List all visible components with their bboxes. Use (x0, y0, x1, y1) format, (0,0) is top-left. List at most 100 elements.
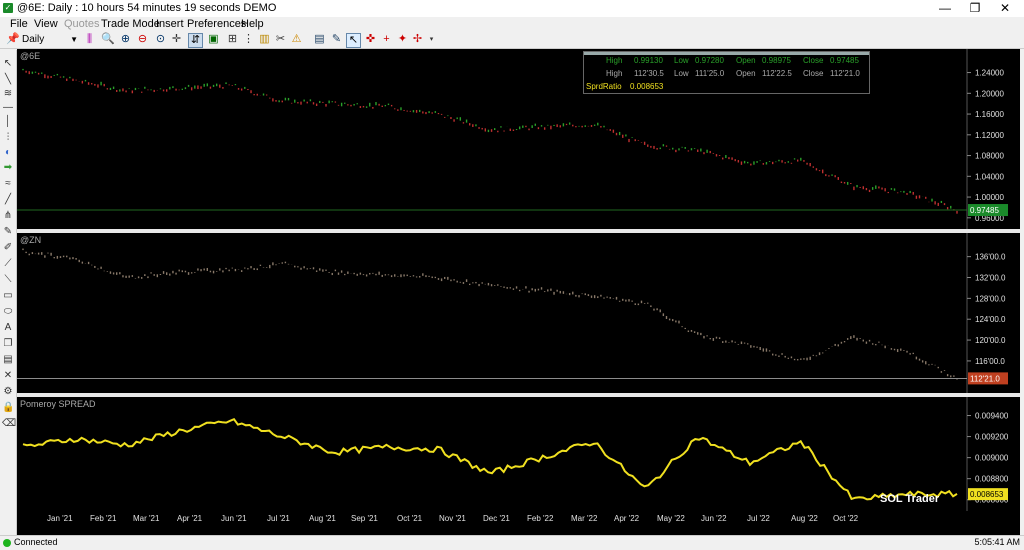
oval-tool-icon[interactable]: ⬭ (2, 306, 14, 318)
price-tick-label: 128'00.0 (975, 294, 1006, 303)
pin-icon[interactable]: 📌 (6, 33, 20, 46)
delete-tool-icon[interactable]: ✕ (2, 370, 14, 382)
open-label: Open (736, 56, 756, 65)
pointer-tool-icon[interactable]: ↖ (2, 58, 14, 70)
note-tool-icon[interactable]: ▤ (2, 354, 14, 366)
wave-tool-icon[interactable]: ≈ (2, 178, 14, 190)
crosshair-icon[interactable]: ✛ (170, 33, 183, 46)
ellipse-tool-icon[interactable]: ◐ (2, 147, 14, 159)
last-price-label: 112'21.0 (970, 374, 1000, 383)
x-axis-label: Feb '22 (527, 514, 554, 523)
x-axis-label: Oct '21 (397, 514, 423, 523)
settings-tool-icon[interactable]: ⚙ (2, 386, 14, 398)
pitchfork-tool-icon[interactable]: ⋔ (2, 210, 14, 222)
chart-area[interactable]: 1.24000 1.20000 1.16000 1.12000 1.08000 1.040… (17, 49, 1020, 511)
open-label: Open (736, 69, 756, 78)
x-axis-label: Feb '21 (90, 514, 117, 523)
arrow-tool-icon[interactable]: ➡ (2, 162, 14, 174)
pane-spread[interactable]: 0.009400 0.009200 0.009000 0.008800 0.008600… (17, 397, 1020, 511)
horizontal-line-tool-icon[interactable]: — (2, 102, 14, 114)
select-pointer-icon[interactable]: ↖ (346, 33, 361, 48)
close-label: Close (803, 69, 824, 78)
menu-quotes[interactable]: Quotes (64, 18, 99, 30)
drawing-toolbar: ↖ ╲ ≋ — │ ⫶ ◐ ➡ ≈ ╱ ⋔ ✎ ✐ ⟋ ⟍ ▭ ⬭ A ❐ ▤ … (0, 50, 17, 535)
price-tick-label: 1.24000 (975, 69, 1004, 78)
eraser-tool-icon[interactable]: ⌫ (2, 418, 16, 430)
bar-style-icon[interactable]: ⫼ (83, 33, 96, 46)
price-tick-label: 1.20000 (975, 89, 1004, 98)
menu-trade-mode[interactable]: Trade Mode (101, 18, 160, 30)
info-row-spread: SprdRatio 0.008653 (584, 80, 869, 93)
menu-help[interactable]: Help (241, 18, 264, 30)
copy-tool-icon[interactable]: ❐ (2, 338, 14, 350)
lock-tool-icon[interactable]: 🔒 (2, 402, 14, 414)
brush-tool-icon[interactable]: ✐ (2, 242, 14, 254)
vertical-line-tool-icon[interactable]: │ (2, 116, 14, 128)
grid-icon[interactable]: ⋮ (242, 33, 255, 46)
close-label: Close (803, 56, 824, 65)
right-edge (1020, 49, 1024, 511)
book-icon[interactable]: ▤ (313, 33, 326, 46)
x-axis: Jan '21 Feb '21 Mar '21 Apr '21 Jun '21 Jul '… (17, 511, 1020, 535)
fib-tool-icon[interactable]: ⫶ (2, 132, 14, 144)
connection-status: Connected (14, 537, 58, 547)
spread-ratio-value: 0.008653 (630, 82, 664, 91)
menu-view[interactable]: View (34, 18, 58, 30)
price-tick-label: 1.00000 (975, 193, 1004, 202)
text-tool-icon[interactable]: A (2, 322, 14, 334)
zoom-in-icon[interactable]: ⊕ (119, 33, 132, 46)
channel-tool-icon[interactable]: ≋ (2, 88, 14, 100)
menu-preferences[interactable]: Preferences (187, 18, 246, 30)
alert-icon[interactable]: ⚠ (290, 33, 303, 46)
high-label: High (606, 69, 623, 78)
x-axis-label: Nov '21 (439, 514, 466, 523)
x-axis-label: Jul '22 (747, 514, 770, 523)
interval-value: Daily (22, 34, 45, 45)
speed-lines-tool-icon[interactable]: ⟋ (2, 258, 14, 270)
pane-6e-label: @6E (20, 51, 41, 61)
crosshair-red-icon[interactable]: ✜ (364, 33, 377, 46)
chart-zn: 136'00.0 132'00.0 128'00.0 124'00.0 120'00.0… (17, 233, 1008, 393)
close-value: 112'21.0 (830, 69, 860, 78)
x-axis-label: Apr '21 (177, 514, 203, 523)
zoom-reset-icon[interactable]: ⊙ (154, 33, 167, 46)
chevron-down-icon: ▼ (70, 35, 78, 44)
gann-tool-icon[interactable]: ╱ (2, 194, 14, 206)
zoom-out-icon[interactable]: ⊖ (136, 33, 149, 46)
hierarchy-icon[interactable]: ⊞ (226, 33, 239, 46)
trendline-tool-icon[interactable]: ╲ (2, 74, 14, 86)
low-value: 0.97280 (695, 56, 724, 65)
spread-line (22, 417, 958, 501)
price-tick-label: 0.009400 (975, 412, 1009, 421)
toolbar-more-icon[interactable]: ▾ (425, 33, 438, 46)
pencil-tool-icon[interactable]: ✎ (2, 226, 14, 238)
scissors-icon[interactable]: ✂ (274, 33, 287, 46)
low-label: Low (674, 56, 689, 65)
price-tick-label: 0.008800 (975, 475, 1009, 484)
bar-chart-icon[interactable]: ▥ (258, 33, 271, 46)
arrow-marker-icon[interactable]: ✢ (411, 33, 424, 46)
zoom-icon[interactable]: 🔍 (101, 33, 115, 46)
menu-insert[interactable]: Insert (156, 18, 184, 30)
interval-dropdown[interactable]: Daily ▼ (22, 33, 78, 46)
star-marker-icon[interactable]: ✦ (396, 33, 409, 46)
price-tick-label: 0.009200 (975, 433, 1009, 442)
high-label: High (606, 56, 623, 65)
cross-marker-icon[interactable]: + (380, 33, 393, 46)
open-value: 0.98975 (762, 56, 791, 65)
high-value: 112'30.5 (634, 69, 664, 78)
price-tick-label: 116'00.0 (975, 357, 1005, 366)
rectangle-tool-icon[interactable]: ▭ (2, 290, 14, 302)
pane-zn[interactable]: 136'00.0 132'00.0 128'00.0 124'00.0 120'00.0… (17, 233, 1020, 393)
close-button[interactable]: ✕ (985, 0, 1024, 17)
x-axis-label: Apr '22 (614, 514, 640, 523)
close-value: 0.97485 (830, 56, 859, 65)
edit-icon[interactable]: ✎ (330, 33, 343, 46)
fan-tool-icon[interactable]: ⟍ (2, 274, 14, 286)
chart-window-icon[interactable]: ▣ (207, 33, 220, 46)
cursor-mode-icon[interactable]: ⇵ (188, 33, 203, 48)
status-bar: Connected 5:05:41 AM (0, 535, 1024, 550)
menu-file[interactable]: File (10, 18, 28, 30)
x-axis-label: Sep '21 (351, 514, 378, 523)
spread-ratio-label: SprdRatio (586, 82, 622, 91)
